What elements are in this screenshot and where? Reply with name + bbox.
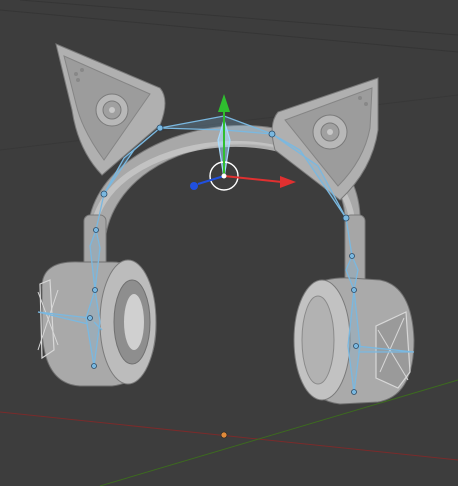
x-axis-line <box>0 411 458 461</box>
gizmo-center <box>221 173 227 179</box>
y-axis-line <box>99 379 458 486</box>
world-origin-marker <box>220 431 228 439</box>
scene-canvas[interactable] <box>0 0 458 486</box>
gizmo-y-ball-icon <box>190 182 198 190</box>
3d-viewport[interactable] <box>0 0 458 486</box>
gizmo-x-handle <box>223 175 283 183</box>
gizmo-x-arrow-icon <box>280 176 296 188</box>
gizmo-z-arrow-icon <box>218 94 230 112</box>
